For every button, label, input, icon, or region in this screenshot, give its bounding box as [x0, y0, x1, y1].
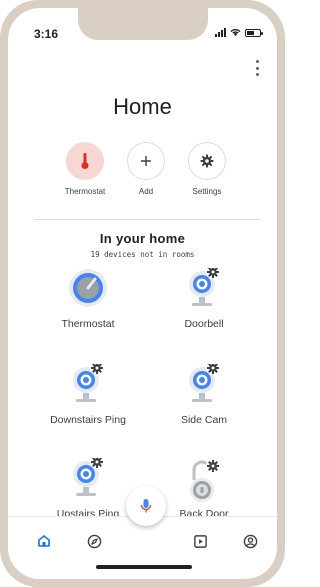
home-indicator: [96, 565, 192, 569]
divider: [34, 219, 260, 220]
device-tile-downstairs-ping[interactable]: Downstairs Ping: [28, 364, 148, 432]
add-action-circle: [127, 142, 165, 180]
device-label: Downstairs Ping: [50, 414, 126, 426]
screen: 3:16 Home Thermostat Add Settings In you…: [8, 8, 277, 579]
wifi-icon: [230, 29, 241, 37]
device-tile-doorbell[interactable]: Doorbell: [144, 268, 264, 336]
notch: [78, 8, 208, 40]
section-title: In your home: [99, 231, 186, 246]
signal-icon: [215, 28, 226, 37]
thermostat-device-icon: [69, 269, 107, 307]
settings-action-label: Settings: [192, 187, 222, 196]
more-vert-icon[interactable]: [251, 60, 263, 76]
camera-device-icon: [73, 458, 104, 496]
device-label: Doorbell: [184, 318, 224, 330]
thermostat-action-circle: [66, 142, 104, 180]
plus-icon: [141, 156, 151, 166]
status-icons: [215, 28, 263, 37]
settings-button[interactable]: Settings: [177, 142, 237, 196]
media-icon[interactable]: [188, 529, 212, 553]
phone-frame: 3:16 Home Thermostat Add Settings In you…: [0, 0, 285, 587]
settings-action-circle: [188, 142, 226, 180]
thermostat-action-button[interactable]: Thermostat: [55, 142, 115, 196]
account-icon[interactable]: [238, 529, 262, 553]
thermostat-action-label: Thermostat: [64, 187, 106, 196]
camera-device-icon: [189, 364, 220, 402]
camera-device-icon: [189, 268, 220, 306]
battery-icon: [245, 28, 263, 37]
section-subtitle: 19 devices not in rooms: [90, 250, 195, 259]
mic-button[interactable]: [126, 486, 166, 526]
device-label: Side Cam: [180, 414, 228, 426]
home-icon[interactable]: [32, 529, 56, 553]
add-action-label: Add: [138, 187, 154, 196]
add-button[interactable]: Add: [116, 142, 176, 196]
device-label: Thermostat: [61, 318, 115, 330]
gear-icon: [200, 154, 214, 168]
mic-icon: [140, 499, 152, 513]
thermometer-icon: [81, 153, 89, 169]
camera-device-icon: [73, 364, 104, 402]
page-title: Home: [113, 94, 172, 119]
compass-icon[interactable]: [82, 529, 106, 553]
device-tile-side-cam[interactable]: Side Cam: [144, 364, 264, 432]
status-time: 3:16: [34, 27, 59, 41]
device-tile-thermostat[interactable]: Thermostat: [28, 268, 148, 336]
lock-device-icon: [190, 459, 220, 502]
